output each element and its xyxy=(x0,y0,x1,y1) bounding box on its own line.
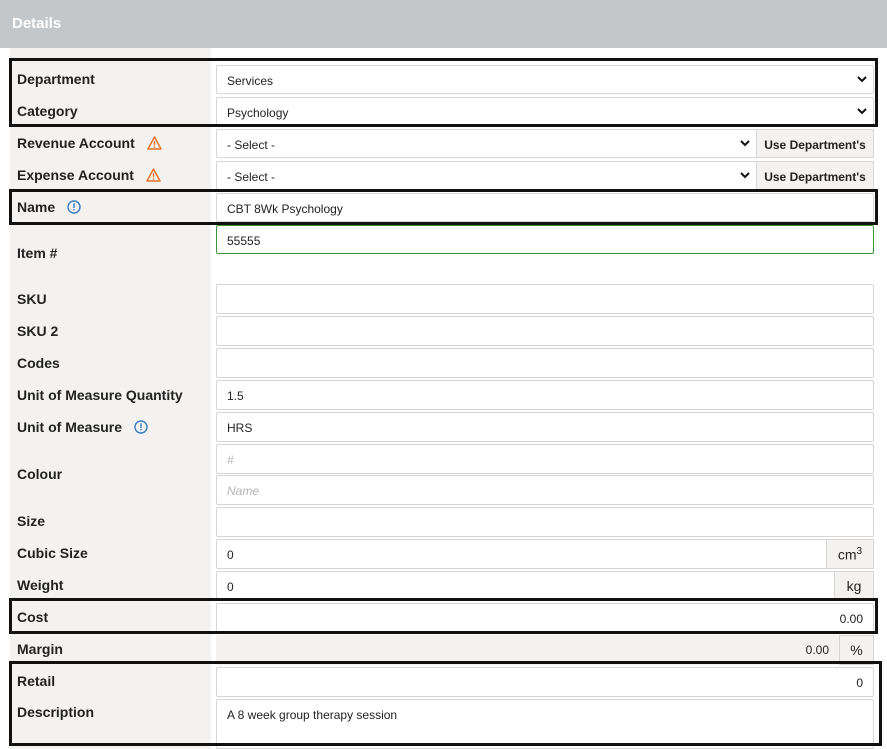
uom-input[interactable]: HRS xyxy=(216,412,874,442)
category-select[interactable]: Psychology xyxy=(216,97,874,126)
cost-input[interactable]: 0.00 xyxy=(216,603,874,633)
retail-input[interactable]: 0 xyxy=(216,667,874,697)
details-header: Details xyxy=(0,0,887,48)
expense-use-department-button[interactable]: Use Department's xyxy=(756,161,874,190)
revenue-account-value: - Select - xyxy=(227,138,276,152)
revenue-use-department-label: Use Department's xyxy=(764,138,866,152)
margin-label: Margin xyxy=(17,641,63,657)
chevron-down-icon xyxy=(857,76,867,83)
name-label: Name xyxy=(17,199,81,215)
colour-label: Colour xyxy=(17,466,63,482)
retail-label: Retail xyxy=(17,673,56,689)
cubic-size-unit: cm3 xyxy=(826,539,874,569)
codes-label: Codes xyxy=(17,355,60,371)
expense-use-department-label: Use Department's xyxy=(764,170,866,184)
revenue-use-department-button[interactable]: Use Department's xyxy=(756,129,874,158)
cubic-size-value: 0 xyxy=(227,548,234,562)
description-value: A 8 week group therapy session xyxy=(227,708,398,722)
description-textarea[interactable]: A 8 week group therapy session xyxy=(216,699,874,749)
uom-label: Unit of Measure xyxy=(17,419,148,435)
details-title: Details xyxy=(12,15,62,32)
sku2-input[interactable] xyxy=(216,316,874,346)
cubic-size-unit-sup: 3 xyxy=(856,546,863,557)
sku2-label: SKU 2 xyxy=(17,323,59,339)
item-number-value: 55555 xyxy=(227,234,261,248)
weight-input[interactable]: 0 xyxy=(216,571,835,601)
uom-quantity-label: Unit of Measure Quantity xyxy=(17,387,183,403)
expense-account-value: - Select - xyxy=(227,170,276,184)
colour-hex-placeholder: # xyxy=(227,453,234,467)
cubic-size-input[interactable]: 0 xyxy=(216,539,827,569)
cost-label: Cost xyxy=(17,609,49,625)
department-value: Services xyxy=(227,74,274,88)
chevron-down-icon xyxy=(857,108,867,115)
name-value: CBT 8Wk Psychology xyxy=(227,202,343,216)
weight-unit-text: kg xyxy=(846,578,862,594)
category-label: Category xyxy=(17,103,78,119)
margin-unit: % xyxy=(839,635,874,665)
colour-hex-input[interactable]: # xyxy=(216,444,874,474)
weight-value: 0 xyxy=(227,580,234,594)
uom-quantity-value: 1.5 xyxy=(227,389,244,403)
cubic-size-unit-text: cm xyxy=(837,546,857,563)
info-icon xyxy=(67,200,81,214)
weight-label: Weight xyxy=(17,577,64,593)
uom-value: HRS xyxy=(227,421,253,435)
weight-unit: kg xyxy=(834,571,874,601)
revenue-account-label: Revenue Account xyxy=(17,135,162,151)
chevron-down-icon xyxy=(740,140,750,147)
sku-input[interactable] xyxy=(216,284,874,314)
sku-label: SKU xyxy=(17,291,47,307)
warning-icon xyxy=(146,168,161,182)
department-label: Department xyxy=(17,71,95,87)
expense-account-label: Expense Account xyxy=(17,167,161,183)
info-icon xyxy=(134,420,148,434)
description-label: Description xyxy=(17,704,95,720)
margin-readonly: 0.00 xyxy=(216,635,839,665)
expense-account-select[interactable]: - Select - xyxy=(216,161,757,190)
name-label-text: Name xyxy=(17,199,56,215)
category-value: Psychology xyxy=(227,106,289,120)
uom-quantity-input[interactable]: 1.5 xyxy=(216,380,874,410)
colour-name-placeholder: Name xyxy=(227,484,260,498)
revenue-account-label-text: Revenue Account xyxy=(17,135,135,151)
size-label: Size xyxy=(17,513,46,529)
retail-value: 0 xyxy=(856,676,863,690)
item-number-label: Item # xyxy=(17,245,58,261)
codes-input[interactable] xyxy=(216,348,874,378)
cost-value: 0.00 xyxy=(839,612,863,626)
department-select[interactable]: Services xyxy=(216,65,874,94)
margin-unit-text: % xyxy=(850,642,863,658)
warning-icon xyxy=(146,136,162,150)
margin-value: 0.00 xyxy=(805,643,829,657)
name-input[interactable]: CBT 8Wk Psychology xyxy=(216,193,874,222)
colour-name-input[interactable]: Name xyxy=(216,475,874,505)
chevron-down-icon xyxy=(740,172,750,179)
size-input[interactable] xyxy=(216,507,874,537)
item-number-input[interactable]: 55555 xyxy=(216,225,874,254)
cubic-size-label: Cubic Size xyxy=(17,545,88,561)
uom-label-text: Unit of Measure xyxy=(17,419,123,435)
revenue-account-select[interactable]: - Select - xyxy=(216,129,757,158)
expense-account-label-text: Expense Account xyxy=(17,167,134,183)
